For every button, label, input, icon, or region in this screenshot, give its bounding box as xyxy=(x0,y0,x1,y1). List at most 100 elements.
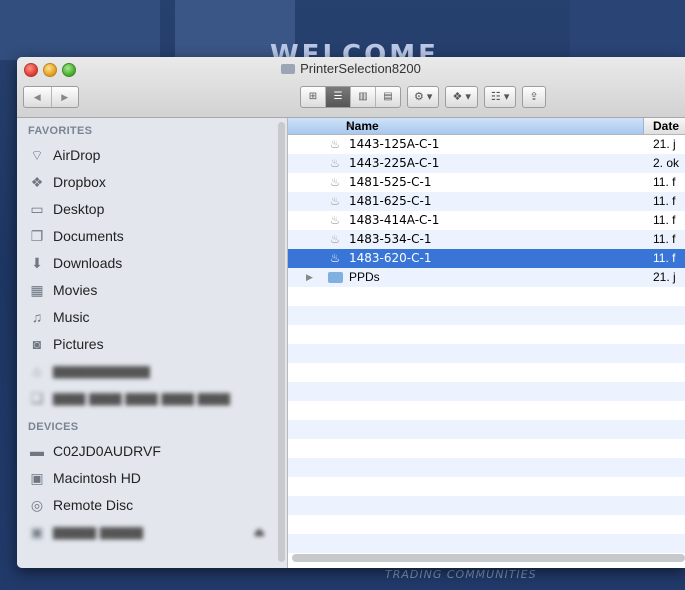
view-mode-control: ⊞ ☰ ▥ ▤ xyxy=(300,86,401,108)
sidebar-item-redacted-2[interactable]: ❑ ▆▆▆ ▆▆▆ ▆▆▆ ▆▆▆ ▆▆▆ xyxy=(17,384,287,411)
file-date: 11. f xyxy=(653,232,676,246)
table-row-selected[interactable]: ♨ 1483-620-C-1 11. f xyxy=(288,249,685,268)
sidebar-item-label: Remote Disc xyxy=(53,496,134,513)
sidebar-item-redacted-device[interactable]: ▣ ▆▆▆▆ ▆▆▆▆ ⏏ xyxy=(17,518,287,545)
empty-row xyxy=(288,306,685,325)
sidebar-item-desktop[interactable]: ▭ Desktop xyxy=(17,195,287,222)
file-name: 1481-525-C-1 xyxy=(349,175,432,189)
dropbox-icon: ❖ xyxy=(30,173,44,190)
redacted-label: ▆▆▆ ▆▆▆ ▆▆▆ ▆▆▆ ▆▆▆ xyxy=(53,389,231,405)
empty-row xyxy=(288,420,685,439)
sort-ascending-icon: ▲ xyxy=(346,120,354,129)
sidebar-item-label: Dropbox xyxy=(53,173,106,190)
coverflow-view-button[interactable]: ▤ xyxy=(375,87,400,107)
sidebar-item-label: Documents xyxy=(53,227,124,244)
horizontal-scrollbar[interactable] xyxy=(292,554,685,562)
table-row[interactable]: ♨ 1443-125A-C-1 21. j xyxy=(288,135,685,154)
table-row[interactable]: ♨ 1481-625-C-1 11. f xyxy=(288,192,685,211)
empty-row xyxy=(288,287,685,306)
printer-file-icon: ♨ xyxy=(329,194,341,208)
file-date: 11. f xyxy=(653,175,676,189)
disc-icon: ◎ xyxy=(30,496,44,513)
sidebar-item-label: C02JD0AUDRVF xyxy=(53,442,161,459)
disclosure-triangle-icon[interactable]: ▶ xyxy=(306,272,313,283)
table-row[interactable]: ♨ 1481-525-C-1 11. f xyxy=(288,173,685,192)
forward-button[interactable]: ▶ xyxy=(50,87,79,107)
sidebar-item-label: Macintosh HD xyxy=(53,469,141,486)
empty-row xyxy=(288,477,685,496)
redacted-label: ▆▆▆▆ ▆▆▆▆ xyxy=(53,523,144,539)
sidebar-item-movies[interactable]: ▦ Movies xyxy=(17,276,287,303)
sidebar-item-label: Downloads xyxy=(53,254,123,271)
file-date: 21. j xyxy=(653,270,676,284)
sidebar-item-music[interactable]: ♫ Music xyxy=(17,303,287,330)
file-date: 11. f xyxy=(653,194,676,208)
table-row[interactable]: ▶ PPDs 21. j xyxy=(288,268,685,287)
empty-row xyxy=(288,496,685,515)
sidebar-item-downloads[interactable]: ⬇ Downloads xyxy=(17,249,287,276)
column-header: Name ▲ Date xyxy=(288,118,685,135)
movies-icon: ▦ xyxy=(30,281,44,298)
file-rows: ♨ 1443-125A-C-1 21. j ♨ 1443-225A-C-1 2. ok … xyxy=(288,135,685,568)
printer-file-icon: ♨ xyxy=(329,213,341,227)
sidebar-item-airdrop[interactable]: ⌔ AirDrop xyxy=(17,141,287,168)
list-view-button[interactable]: ☰ xyxy=(325,87,350,107)
sidebar-scrollbar[interactable] xyxy=(278,122,285,562)
column-view-button[interactable]: ▥ xyxy=(350,87,375,107)
empty-row xyxy=(288,325,685,344)
finder-window: PrinterSelection8200 ◀ ▶ ⊞ ☰ ▥ ▤ ⚙ ▾ ❖ ▾… xyxy=(17,57,685,568)
back-button[interactable]: ◀ xyxy=(24,87,51,107)
downloads-icon: ⬇ xyxy=(31,254,43,271)
file-date: 11. f xyxy=(653,251,676,265)
sidebar: FAVORITES ⌔ AirDrop ❖ Dropbox ▭ Desktop ❐ Do… xyxy=(17,118,288,568)
sidebar-item-documents[interactable]: ❐ Documents xyxy=(17,222,287,249)
table-row[interactable]: ♨ 1483-414A-C-1 11. f xyxy=(288,211,685,230)
file-name: 1443-225A-C-1 xyxy=(349,156,440,170)
sidebar-item-dropbox[interactable]: ❖ Dropbox xyxy=(17,168,287,195)
sidebar-item-computer[interactable]: ▬ C02JD0AUDRVF xyxy=(17,437,287,464)
harddisk-icon: ▣ xyxy=(30,469,44,486)
sidebar-item-remote-disc[interactable]: ◎ Remote Disc xyxy=(17,491,287,518)
sidebar-item-macintosh-hd[interactable]: ▣ Macintosh HD xyxy=(17,464,287,491)
file-name: 1483-414A-C-1 xyxy=(349,213,440,227)
file-name: 1481-625-C-1 xyxy=(349,194,432,208)
file-name: 1483-620-C-1 xyxy=(349,251,432,265)
redacted-label: ▆▆▆▆▆▆▆▆▆ xyxy=(53,362,150,378)
table-row[interactable]: ♨ 1483-534-C-1 11. f xyxy=(288,230,685,249)
arrange-menu-button[interactable]: ☷ ▾ xyxy=(483,86,517,108)
sidebar-item-pictures[interactable]: ◙ Pictures xyxy=(17,330,287,357)
pictures-icon: ◙ xyxy=(32,335,42,352)
action-menu-button[interactable]: ⚙ ▾ xyxy=(407,86,440,108)
file-list: Name ▲ Date ♨ 1443-125A-C-1 21. j ♨ 1443-22… xyxy=(288,118,685,568)
file-name: 1443-125A-C-1 xyxy=(349,137,440,151)
share-button[interactable]: ⇪ xyxy=(522,86,546,108)
printer-file-icon: ♨ xyxy=(329,232,341,246)
airdrop-icon: ⌔ xyxy=(30,146,44,163)
devices-header: DEVICES xyxy=(28,421,79,433)
sidebar-item-label: Music xyxy=(53,308,90,325)
favorites-header: FAVORITES xyxy=(28,125,93,137)
table-row[interactable]: ♨ 1443-225A-C-1 2. ok xyxy=(288,154,685,173)
eject-icon[interactable]: ⏏ xyxy=(254,525,265,539)
name-column-header[interactable]: Name ▲ xyxy=(288,118,644,134)
sidebar-item-redacted-1[interactable]: ⌂ ▆▆▆▆▆▆▆▆▆ xyxy=(17,357,287,384)
empty-row xyxy=(288,515,685,534)
folder-proxy-icon[interactable] xyxy=(281,64,296,74)
window-title: PrinterSelection8200 xyxy=(17,61,685,76)
back-forward-buttons: ◀ ▶ xyxy=(23,86,79,108)
dropbox-menu-button[interactable]: ❖ ▾ xyxy=(445,86,478,108)
printer-file-icon: ♨ xyxy=(329,137,341,151)
toolbar: ⊞ ☰ ▥ ▤ ⚙ ▾ ❖ ▾ ☷ ▾ ⇪ xyxy=(300,86,546,108)
sidebar-item-label: Movies xyxy=(53,281,98,298)
date-column-header[interactable]: Date xyxy=(653,119,679,133)
printer-file-icon: ♨ xyxy=(329,175,341,189)
empty-row xyxy=(288,439,685,458)
desktop-icon: ▭ xyxy=(30,200,44,217)
file-date: 11. f xyxy=(653,213,676,227)
computer-icon: ▬ xyxy=(30,442,44,459)
window-title-text: PrinterSelection8200 xyxy=(300,61,421,76)
file-date: 21. j xyxy=(653,137,676,151)
printer-file-icon: ♨ xyxy=(329,156,341,170)
icon-view-button[interactable]: ⊞ xyxy=(301,87,325,107)
empty-row xyxy=(288,401,685,420)
